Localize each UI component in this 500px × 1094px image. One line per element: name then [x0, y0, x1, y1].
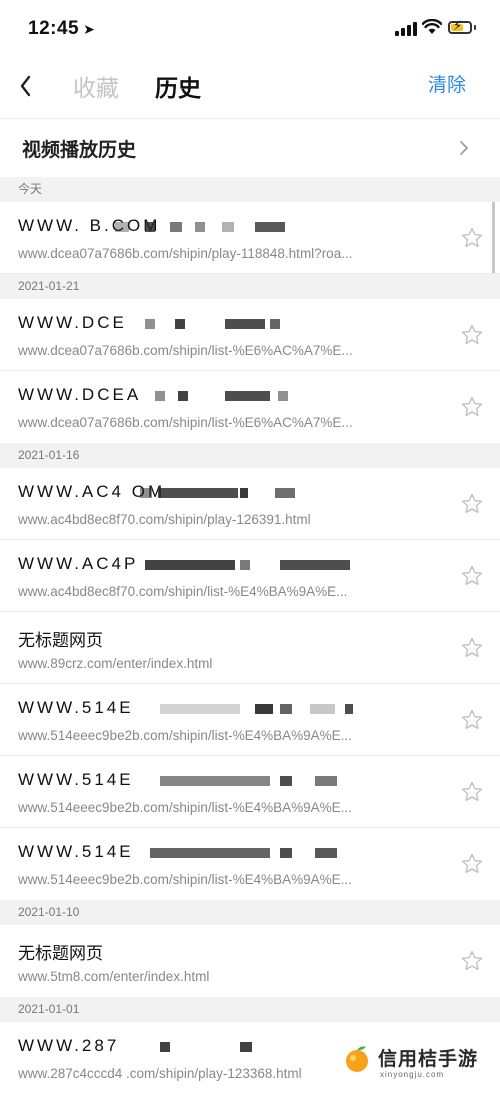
entry-url: www.514eeec9be2b.com/shipin/list-%E4%BA%…	[18, 872, 352, 887]
redaction-mask	[155, 391, 165, 401]
redaction-mask	[145, 560, 235, 570]
entry-title: 无标题网页	[18, 944, 103, 963]
history-entry[interactable]: WWW.514E www.514eeec9be2b.com/shipin/lis…	[0, 828, 500, 900]
entry-title: WWW.DCE	[18, 313, 127, 332]
chevron-right-icon	[460, 141, 468, 155]
entry-title: WWW. B.COM	[18, 216, 161, 235]
star-outline-icon[interactable]	[460, 395, 484, 419]
wifi-icon	[422, 19, 442, 34]
entry-title: WWW.287	[18, 1036, 120, 1055]
star-outline-icon[interactable]	[460, 564, 484, 588]
clear-button[interactable]: 清除	[428, 70, 466, 97]
redaction-mask	[150, 848, 270, 858]
orange-fruit-icon	[346, 1046, 368, 1072]
entry-title: WWW.AC4P	[18, 554, 139, 573]
star-outline-icon[interactable]	[460, 636, 484, 660]
star-outline-icon[interactable]	[460, 780, 484, 804]
video-history-row[interactable]: 视频播放历史	[0, 119, 500, 177]
entry-title: WWW.514E	[18, 842, 134, 861]
history-list: 今天 WWW. B.COM www.dcea07a7686b.com/shipi…	[0, 177, 500, 1094]
entry-title: WWW.514E	[18, 698, 134, 717]
watermark-logo: 信用桔手游 xinyongju.com	[340, 1040, 500, 1082]
history-entry[interactable]: WWW.DCEA www.dcea07a7686b.com/shipin/lis…	[0, 371, 500, 443]
history-entry[interactable]: 无标题网页 www.5tm8.com/enter/index.html	[0, 925, 500, 997]
star-outline-icon[interactable]	[460, 492, 484, 516]
redaction-mask	[145, 319, 155, 329]
history-entry[interactable]: WWW.DCE www.dcea07a7686b.com/shipin/list…	[0, 299, 500, 371]
location-arrow-icon: ➤	[83, 21, 96, 37]
date-header: 2021-01-10	[0, 900, 500, 925]
tab-favorites[interactable]: 收藏	[73, 69, 119, 103]
entry-url: www.dcea07a7686b.com/shipin/list-%E6%AC%…	[18, 415, 353, 430]
nav-header: 收藏 历史 清除	[0, 60, 500, 119]
date-header: 2021-01-01	[0, 997, 500, 1022]
star-outline-icon[interactable]	[460, 949, 484, 973]
entry-url: www.dcea07a7686b.com/shipin/list-%E6%AC%…	[18, 343, 353, 358]
date-header: 2021-01-16	[0, 443, 500, 468]
charging-bolt-icon: ⚡	[453, 18, 463, 33]
entry-url: www.ac4bd8ec8f70.com/shipin/play-126391.…	[18, 512, 311, 527]
history-entry[interactable]: WWW.514E www.514eeec9be2b.com/shipin/lis…	[0, 684, 500, 756]
video-history-title: 视频播放历史	[22, 140, 137, 161]
entry-title: WWW.DCEA	[18, 385, 142, 404]
status-time: 12:45 ➤	[28, 18, 96, 39]
entry-url: www.5tm8.com/enter/index.html	[18, 969, 210, 984]
entry-title: 无标题网页	[18, 631, 103, 650]
redaction-mask	[160, 1042, 170, 1052]
watermark-subtitle: xinyongju.com	[380, 1070, 445, 1079]
star-outline-icon[interactable]	[460, 708, 484, 732]
watermark-title: 信用桔手游	[378, 1049, 479, 1070]
star-outline-icon[interactable]	[460, 323, 484, 347]
history-entry[interactable]: WWW. B.COM www.dcea07a7686b.com/shipin/p…	[0, 202, 500, 274]
history-entry[interactable]: WWW.AC4 OM www.ac4bd8ec8f70.com/shipin/p…	[0, 468, 500, 540]
redaction-mask	[140, 488, 152, 498]
history-entry[interactable]: WWW.514E www.514eeec9be2b.com/shipin/lis…	[0, 756, 500, 828]
date-header: 今天	[0, 177, 500, 202]
history-entry[interactable]: WWW.AC4P www.ac4bd8ec8f70.com/shipin/lis…	[0, 540, 500, 612]
entry-title: WWW.514E	[18, 770, 134, 789]
redaction-mask	[115, 222, 129, 232]
redaction-mask	[160, 776, 270, 786]
signal-icon	[395, 22, 417, 36]
date-header: 2021-01-21	[0, 274, 500, 299]
star-outline-icon[interactable]	[460, 226, 484, 250]
redaction-mask	[160, 704, 240, 714]
entry-url: www.ac4bd8ec8f70.com/shipin/list-%E4%BA%…	[18, 584, 348, 599]
status-bar: 12:45 ➤ ⚡	[0, 0, 500, 60]
entry-url: www.dcea07a7686b.com/shipin/play-118848.…	[18, 246, 353, 261]
history-entry[interactable]: 无标题网页 www.89crz.com/enter/index.html	[0, 612, 500, 684]
star-outline-icon[interactable]	[460, 852, 484, 876]
entry-url: www.514eeec9be2b.com/shipin/list-%E4%BA%…	[18, 728, 352, 743]
entry-url: www.514eeec9be2b.com/shipin/list-%E4%BA%…	[18, 800, 352, 815]
back-chevron-icon[interactable]	[12, 68, 42, 104]
tab-history[interactable]: 历史	[155, 69, 201, 103]
entry-url: www.89crz.com/enter/index.html	[18, 656, 213, 671]
